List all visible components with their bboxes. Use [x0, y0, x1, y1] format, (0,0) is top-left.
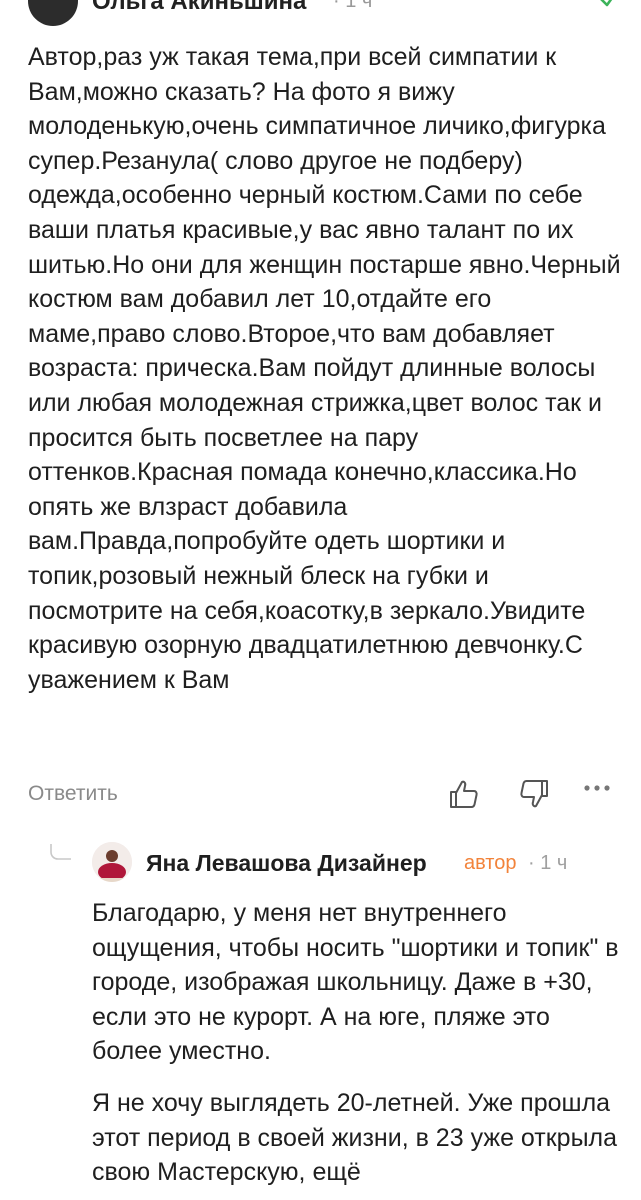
- avatar[interactable]: [28, 0, 78, 26]
- reply-time: · 1 ч: [528, 852, 568, 874]
- comment-text: Автор,раз уж такая тема,при всей симпати…: [28, 43, 621, 694]
- thumbs-down-icon[interactable]: [518, 778, 550, 810]
- avatar[interactable]: [92, 842, 132, 882]
- reply-paragraph: Я не хочу выглядеть 20-летней. Уже прошл…: [92, 1089, 618, 1187]
- reply-paragraph: Благодарю, у меня нет внутреннего ощущен…: [92, 899, 619, 1066]
- thumbs-up-icon[interactable]: [448, 778, 480, 810]
- comment-author[interactable]: Ольга Акиньшина: [92, 0, 306, 16]
- more-dots-icon[interactable]: [582, 780, 612, 800]
- author-badge: автор: [464, 852, 517, 874]
- thread-connector: [50, 844, 71, 860]
- avatar-image: [92, 842, 132, 882]
- comment-actions: Ответить: [28, 778, 612, 812]
- comment-time: · 1 ч: [333, 0, 373, 12]
- reply-header: Яна Левашова Дизайнер автор · 1 ч: [92, 842, 612, 884]
- check-icon: [600, 0, 613, 7]
- reply-author[interactable]: Яна Левашова Дизайнер: [146, 850, 427, 877]
- reply-button[interactable]: Ответить: [28, 782, 118, 806]
- comment-header: Ольга Акиньшина · 1 ч: [28, 0, 621, 26]
